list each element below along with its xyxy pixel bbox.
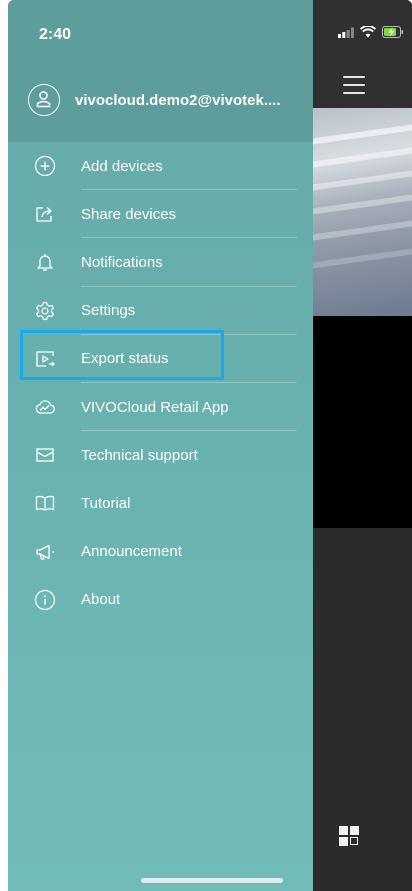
info-icon: [34, 589, 56, 611]
menu-item-label: Export status: [81, 350, 169, 368]
menu-item-settings[interactable]: Settings: [8, 287, 313, 335]
megaphone-icon: [34, 541, 56, 563]
menu-item-tutorial[interactable]: Tutorial: [8, 479, 313, 527]
status-time: 2:40: [39, 26, 72, 43]
status-icons: [338, 26, 404, 38]
battery-charging-icon: [382, 26, 404, 38]
cloud-chart-icon: [34, 396, 56, 418]
wifi-icon: [360, 26, 376, 38]
menu-item-vivocloud-retail-app[interactable]: VIVOCloud Retail App: [8, 383, 313, 432]
menu-item-label: Add devices: [81, 157, 163, 175]
plus-circle-icon: [34, 155, 56, 177]
menu-item-label: About: [81, 591, 121, 609]
menu-item-label: VIVOCloud Retail App: [81, 398, 229, 416]
menu-item-add-devices[interactable]: Add devices: [8, 142, 313, 191]
bell-icon: [34, 251, 56, 273]
share-icon: [34, 203, 56, 225]
menu-item-announcement[interactable]: Announcement: [8, 528, 313, 576]
camera-thumbnail[interactable]: [313, 108, 412, 316]
signal-icon: [338, 27, 354, 38]
drawer-menu: Add devices Share devices Notifications …: [8, 142, 313, 624]
main-app-view[interactable]: [313, 0, 412, 891]
navigation-drawer: 2:40 vivocloud.demo2@vivotek.... Add dev…: [8, 0, 313, 891]
hamburger-menu-icon[interactable]: [343, 76, 365, 94]
mail-icon: [34, 444, 56, 466]
account-email: vivocloud.demo2@vivotek....: [75, 91, 281, 109]
user-avatar-icon: [28, 84, 60, 116]
menu-item-export-status[interactable]: Export status: [8, 335, 313, 383]
menu-item-share-devices[interactable]: Share devices: [8, 190, 313, 239]
app-header: [313, 0, 412, 108]
camera-view-empty: [313, 316, 412, 528]
menu-item-label: Notifications: [81, 253, 163, 271]
menu-item-label: Settings: [81, 302, 136, 320]
menu-item-label: Technical support: [81, 446, 198, 464]
menu-item-notifications[interactable]: Notifications: [8, 238, 313, 287]
book-icon: [34, 492, 56, 514]
menu-item-label: Tutorial: [81, 494, 131, 512]
phone-screen: 2:40 vivocloud.demo2@vivotek.... Add dev…: [8, 0, 412, 891]
drawer-header: 2:40 vivocloud.demo2@vivotek....: [8, 0, 313, 142]
export-video-icon: [34, 348, 56, 370]
menu-item-technical-support[interactable]: Technical support: [8, 431, 313, 479]
gear-icon: [34, 300, 56, 322]
home-indicator[interactable]: [141, 878, 283, 883]
grid-layout-icon[interactable]: [339, 826, 359, 846]
menu-item-about[interactable]: About: [8, 576, 313, 624]
account-row[interactable]: vivocloud.demo2@vivotek....: [28, 84, 281, 116]
menu-item-label: Announcement: [81, 543, 182, 561]
menu-item-label: Share devices: [81, 205, 177, 223]
